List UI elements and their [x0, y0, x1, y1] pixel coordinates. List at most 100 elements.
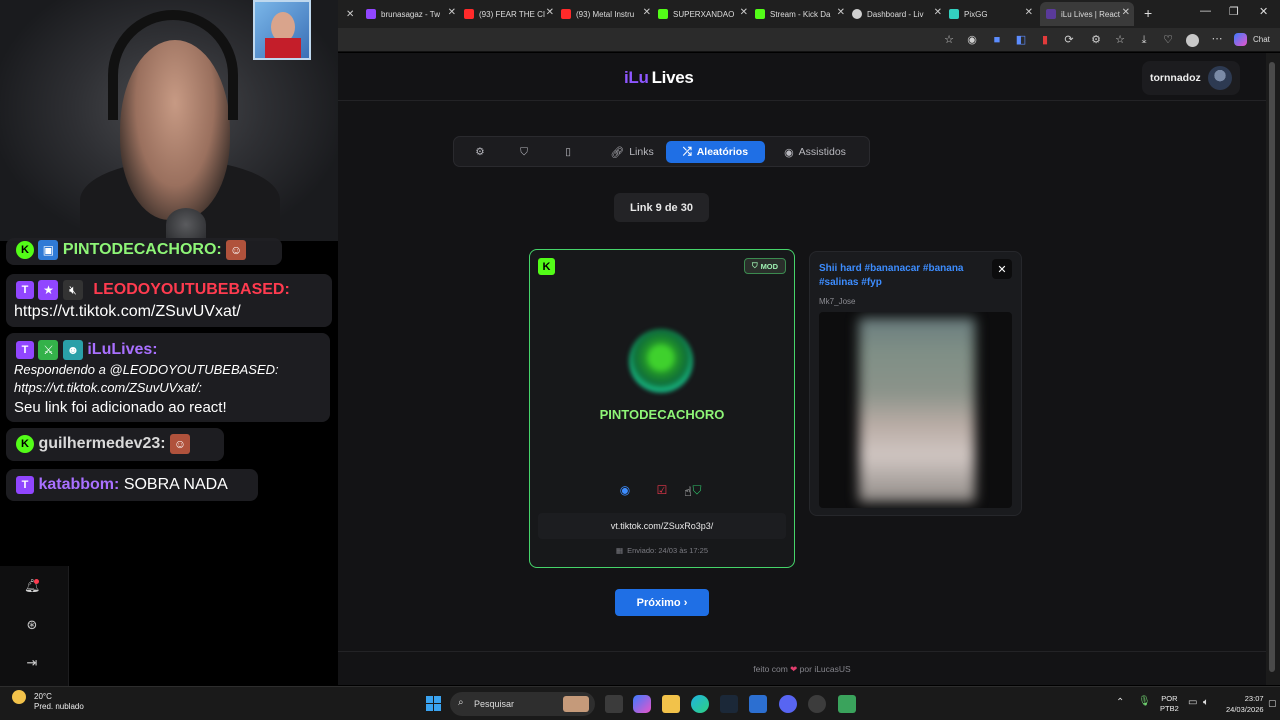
taskbar-search[interactable]: ⌕ Pesquisar	[450, 692, 595, 716]
profile-icon[interactable]	[1186, 34, 1199, 47]
app-logo[interactable]: iLu Lives	[624, 68, 694, 88]
username-label: tornnadoz	[1150, 72, 1201, 84]
preview-title[interactable]: Shii hard #bananacar #banana #salinas #f…	[819, 262, 984, 290]
tab-moderation[interactable]: ⛉	[510, 141, 538, 163]
browser-tab[interactable]: PixGG ✕	[949, 4, 1037, 24]
shield-icon[interactable]: ⚙	[1090, 34, 1102, 46]
help-icon[interactable]: ⊛	[24, 617, 40, 633]
monitor-icon[interactable]: ▭	[1188, 697, 1197, 708]
tab-aleatorios[interactable]: ⤮ Aleatórios	[666, 141, 765, 163]
taskview-icon[interactable]	[605, 695, 623, 713]
new-tab-icon[interactable]: +	[1144, 5, 1152, 21]
browser-tab[interactable]: brunasagaz - Tw ✕	[366, 4, 460, 24]
tab-assistidos[interactable]: ◉ Assistidos	[772, 141, 858, 163]
tab-close-icon[interactable]: ✕	[546, 7, 554, 18]
watch-eye-icon[interactable]: ◉	[617, 482, 633, 498]
browser-tab[interactable]: Dashboard - Liv ✕	[852, 4, 946, 24]
tab-close-icon[interactable]: ✕	[643, 7, 651, 18]
weather-widget[interactable]: 20°C Pred. nublado	[12, 690, 84, 711]
close-window-icon[interactable]: ✕	[1259, 5, 1268, 18]
tab-close-icon[interactable]: ✕	[740, 7, 748, 18]
tray-arrow-icon[interactable]: ⌃	[1116, 697, 1124, 708]
translate-icon[interactable]: ◧	[1015, 34, 1027, 46]
download-icon[interactable]: ⤓	[1138, 34, 1150, 46]
logo-lives: Lives	[651, 68, 694, 87]
browser-tab-active[interactable]: iLu Lives | React ✕	[1040, 2, 1134, 26]
sent-timestamp: ▦ Enviado: 24/03 às 17:25	[529, 546, 795, 555]
tab-close-icon[interactable]: ✕	[1025, 7, 1033, 18]
date: 24/03/2026	[1226, 705, 1264, 714]
weather-icon	[12, 690, 26, 704]
tab-links[interactable]: 🔗︎ Links	[598, 141, 666, 163]
discord-icon[interactable]	[779, 695, 797, 713]
notifications-icon[interactable]: ▢	[1268, 698, 1277, 709]
browser-tab[interactable]: (93) Metal Instru ✕	[561, 4, 655, 24]
clock[interactable]: 23:07 24/03/2026	[1226, 693, 1264, 715]
tab-saved[interactable]: ▯	[554, 141, 582, 163]
favorites-icon[interactable]: ☆	[1114, 34, 1126, 46]
tab-close-icon[interactable]: ✕	[837, 7, 845, 18]
mod-badge: ⛉ MOD	[744, 258, 786, 274]
twitch-icon: T	[16, 475, 34, 494]
windows-start-icon[interactable]	[426, 696, 441, 711]
speaker-icon[interactable]: 🔈︎	[1203, 697, 1209, 708]
mute-icon: 🔇︎	[62, 280, 83, 300]
shield-check-icon: ⛉	[751, 261, 758, 270]
youtube-icon	[464, 9, 474, 19]
copilot-icon[interactable]	[1234, 33, 1247, 46]
pdf-icon[interactable]: ▮	[1039, 34, 1051, 46]
app-icon[interactable]	[838, 695, 856, 713]
chat-line: T ⚔ ☻ iLuLives:	[16, 340, 316, 360]
shield-icon: ⛉	[520, 145, 528, 158]
tab-label: SUPERXANDAO	[673, 9, 735, 19]
tab-label: (93) Metal Instru	[576, 9, 635, 19]
chat-label[interactable]: Chat	[1253, 35, 1270, 44]
logout-icon[interactable]: ⇥	[24, 655, 40, 671]
heart-icon[interactable]: ♡	[1162, 34, 1174, 46]
preview-video[interactable]	[819, 312, 1012, 508]
avatar	[1208, 66, 1232, 90]
user-menu[interactable]: tornnadoz	[1142, 61, 1240, 95]
browser-tab[interactable]: SUPERXANDAO ✕	[658, 4, 752, 24]
mic-icon[interactable]: 🎙︎	[1138, 696, 1151, 707]
language-indicator[interactable]: POR PTB2	[1160, 694, 1179, 714]
edge-icon[interactable]	[691, 695, 709, 713]
tab-assistidos-label: Assistidos	[798, 146, 846, 158]
kick-icon: K	[16, 241, 34, 259]
extensions-icon[interactable]: ⟳	[1063, 34, 1075, 46]
tab-close-icon[interactable]: ✕	[934, 7, 942, 18]
next-button[interactable]: Próximo ›	[615, 589, 709, 616]
browser-tab[interactable]: Stream - Kick Da ✕	[755, 4, 849, 24]
bot-badge-icon: ☻	[62, 340, 83, 360]
gear-icon: ⚙	[475, 146, 485, 158]
tab-settings[interactable]: ⚙	[466, 141, 494, 163]
scrollbar-thumb[interactable]	[1269, 62, 1275, 672]
folder-icon[interactable]	[662, 695, 680, 713]
calendar-icon: ▦	[616, 546, 624, 555]
more-icon[interactable]: ⋯	[1211, 33, 1223, 45]
tab-label: PixGG	[964, 9, 988, 19]
checkbox-icon[interactable]: ☑	[654, 482, 670, 498]
extension-icon[interactable]: ■	[991, 34, 1003, 46]
tab-close-icon[interactable]: ✕	[346, 4, 358, 24]
star-icon[interactable]: ☆	[943, 34, 955, 46]
photos-icon[interactable]	[749, 695, 767, 713]
search-icon: ⌕	[458, 697, 464, 708]
link-url[interactable]: vt.tiktok.com/ZSuxRo3p3/	[538, 513, 786, 539]
link-counter: Link 9 de 30	[614, 193, 709, 222]
tab-label: (93) FEAR THE CI	[479, 9, 546, 19]
shuffle-icon: ⤮	[682, 145, 692, 158]
tab-close-icon[interactable]: ✕	[1122, 7, 1130, 18]
reader-icon[interactable]: ◉	[966, 34, 978, 46]
chat-text: SOBRA NADA	[123, 476, 228, 493]
close-icon[interactable]: ✕	[992, 259, 1012, 279]
minimize-icon[interactable]: —	[1200, 5, 1211, 17]
browser-tab[interactable]: (93) FEAR THE CI ✕	[464, 4, 558, 24]
steam-icon[interactable]	[720, 695, 738, 713]
copilot-icon[interactable]	[633, 695, 651, 713]
card-username: PINTODECACHORO	[599, 407, 725, 422]
restore-icon[interactable]: ❐	[1229, 5, 1239, 18]
obs-icon[interactable]	[808, 695, 826, 713]
tab-close-icon[interactable]: ✕	[448, 7, 456, 18]
chat-username: iLuLives:	[87, 341, 158, 359]
